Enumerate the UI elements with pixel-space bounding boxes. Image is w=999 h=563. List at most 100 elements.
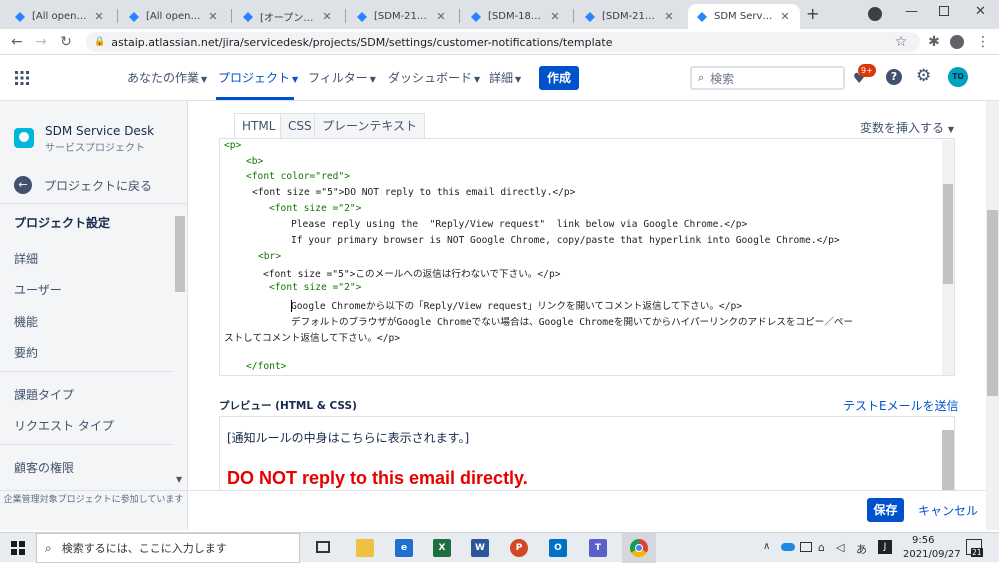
back-to-project-link[interactable]: プロジェクトに戻る [44, 177, 152, 194]
edge-browser-icon[interactable]: e [395, 539, 413, 557]
close-icon[interactable]: ✕ [434, 10, 448, 23]
scroll-down-arrow-icon[interactable]: ▼ [176, 475, 182, 484]
window-close-icon[interactable]: ✕ [975, 4, 986, 19]
sidebar-item-users[interactable]: ユーザー [14, 281, 62, 298]
bookmark-star-icon[interactable]: ☆ [892, 33, 910, 51]
cancel-button[interactable]: キャンセル [918, 502, 978, 519]
chevron-down-icon: ▼ [369, 75, 376, 84]
sidebar-item-issue-types[interactable]: 課題タイプ [14, 386, 74, 403]
settings-gear-icon[interactable]: ⚙ [916, 66, 931, 86]
app-switcher-icon[interactable] [15, 71, 29, 85]
back-arrow-icon[interactable]: ← [14, 176, 32, 194]
close-icon[interactable]: ✕ [778, 10, 792, 23]
nav-dashboards[interactable]: ダッシュボード ▼ [388, 69, 480, 86]
powerpoint-icon[interactable]: P [510, 539, 528, 557]
ime-pad-icon[interactable]: J [878, 540, 892, 554]
restore-icon[interactable] [939, 6, 949, 16]
close-icon[interactable]: ✕ [206, 10, 220, 23]
jira-favicon-icon [243, 11, 253, 22]
forward-arrow-icon[interactable]: → [32, 33, 50, 51]
close-icon[interactable]: ✕ [320, 10, 334, 23]
code-line: <p> [224, 140, 242, 151]
avatar[interactable]: TO [948, 67, 968, 87]
browser-tab[interactable]: [All open SDM ✕ [6, 4, 114, 29]
sidebar-item-details[interactable]: 詳細 [14, 250, 38, 267]
clock-date[interactable]: 2021/09/27 [903, 549, 961, 560]
chevron-down-icon: ▼ [292, 75, 299, 84]
excel-icon[interactable]: X [433, 539, 451, 557]
editor-scrollbar-thumb[interactable] [943, 184, 953, 284]
code-line: <br> [258, 251, 282, 262]
address-bar[interactable]: 🔒 astaip.atlassian.net/jira/servicedesk/… [86, 32, 920, 52]
tab-search-icon[interactable] [868, 7, 882, 21]
sidebar-item-summary[interactable]: 要約 [14, 344, 38, 361]
word-icon[interactable]: W [471, 539, 489, 557]
chevron-up-icon[interactable]: ∧ [763, 541, 770, 552]
volume-icon[interactable]: ◁ [836, 541, 844, 554]
task-view-icon[interactable] [316, 541, 330, 553]
close-icon[interactable]: ✕ [548, 10, 562, 23]
tab-html[interactable]: HTML [234, 113, 284, 139]
close-icon[interactable]: ✕ [92, 10, 106, 23]
windows-start-icon[interactable] [11, 541, 25, 555]
code-line: <font size ="2"> [269, 282, 362, 293]
code-line: ストしてコメント返信して下さい。</p> [224, 333, 401, 344]
extensions-icon[interactable]: ✱ [925, 33, 943, 51]
sidebar-scrollbar[interactable] [175, 216, 185, 292]
search-icon: ⌕ [45, 540, 52, 555]
browser-tab[interactable]: [All open SDM ✕ [120, 4, 228, 29]
browser-tab[interactable]: [SDM-18920] C ✕ [462, 4, 570, 29]
back-arrow-icon[interactable]: ← [8, 33, 26, 51]
ime-mode-icon[interactable]: あ [856, 541, 867, 557]
help-icon[interactable]: ? [886, 69, 902, 85]
nav-your-work[interactable]: あなたの作業 ▼ [127, 69, 207, 86]
sidebar-item-customer-permissions[interactable]: 顧客の権限 [14, 459, 74, 476]
file-explorer-icon[interactable] [356, 539, 374, 557]
sidebar-item-features[interactable]: 機能 [14, 313, 38, 330]
minimize-icon[interactable]: — [905, 4, 918, 19]
insert-variable-label: 変数を挿入する [860, 121, 945, 135]
jira-favicon-icon [471, 11, 481, 22]
taskbar-active-app[interactable] [622, 533, 656, 563]
sidebar-item-request-types[interactable]: リクエスト タイプ [14, 417, 114, 434]
active-nav-indicator [216, 97, 294, 100]
nav-projects[interactable]: プロジェクト ▼ [218, 69, 298, 86]
tab-title: [SDM-18920] C [488, 11, 544, 22]
windows-search-input[interactable]: ⌕ 検索するには、ここに入力します [36, 533, 300, 563]
insert-variable-dropdown[interactable]: 変数を挿入する ▼ [860, 119, 954, 136]
profile-icon[interactable] [950, 35, 964, 49]
outlook-icon[interactable]: O [549, 539, 567, 557]
close-icon[interactable]: ✕ [662, 10, 676, 23]
clock-time[interactable]: 9:56 [912, 535, 934, 546]
battery-icon[interactable] [800, 542, 812, 552]
browser-tab-active[interactable]: SDM Service D ✕ [688, 4, 800, 29]
reload-icon[interactable]: ↻ [57, 33, 75, 51]
nav-more[interactable]: 詳細 ▼ [489, 69, 521, 86]
onedrive-icon[interactable] [781, 543, 795, 551]
code-line: If your primary browser is NOT Google Ch… [291, 235, 840, 246]
jira-favicon-icon [585, 11, 595, 22]
create-button[interactable]: 作成 [539, 66, 579, 90]
search-input[interactable]: ⌕ 検索 [690, 66, 845, 90]
browser-tab[interactable]: [オープンな担当者 ✕ [234, 4, 342, 29]
nav-filters[interactable]: フィルター ▼ [308, 69, 376, 86]
browser-tab[interactable]: [SDM-21674] P ✕ [576, 4, 684, 29]
code-line: Google Chromeから以下の「Reply/View request」リン… [291, 301, 743, 312]
tab-plain-text[interactable]: プレーンテキスト [314, 113, 426, 138]
page-scrollbar-thumb[interactable] [987, 210, 998, 396]
kebab-menu-icon[interactable]: ⋮ [974, 33, 992, 51]
network-icon[interactable]: ⌂ [818, 541, 825, 554]
browser-tab[interactable]: [SDM-21704] L ✕ [348, 4, 456, 29]
teams-icon[interactable]: T [589, 539, 607, 557]
send-test-email-link[interactable]: テストEメールを送信 [843, 397, 959, 414]
windows-search-placeholder: 検索するには、ここに入力します [61, 542, 227, 555]
new-tab-button[interactable]: + [806, 4, 819, 23]
preview-scrollbar[interactable] [942, 430, 954, 490]
nav-label: フィルター [308, 71, 368, 85]
html-code-editor[interactable]: <p> <b> <font color="red"> <font size ="… [219, 138, 955, 376]
save-button[interactable]: 保存 [867, 498, 904, 522]
divider [0, 444, 174, 445]
chrome-icon [630, 539, 648, 557]
nav-label: プロジェクト [218, 71, 291, 85]
code-line: <font size ="5">このメールへの返信は行わないで下さい。</p> [263, 269, 561, 280]
